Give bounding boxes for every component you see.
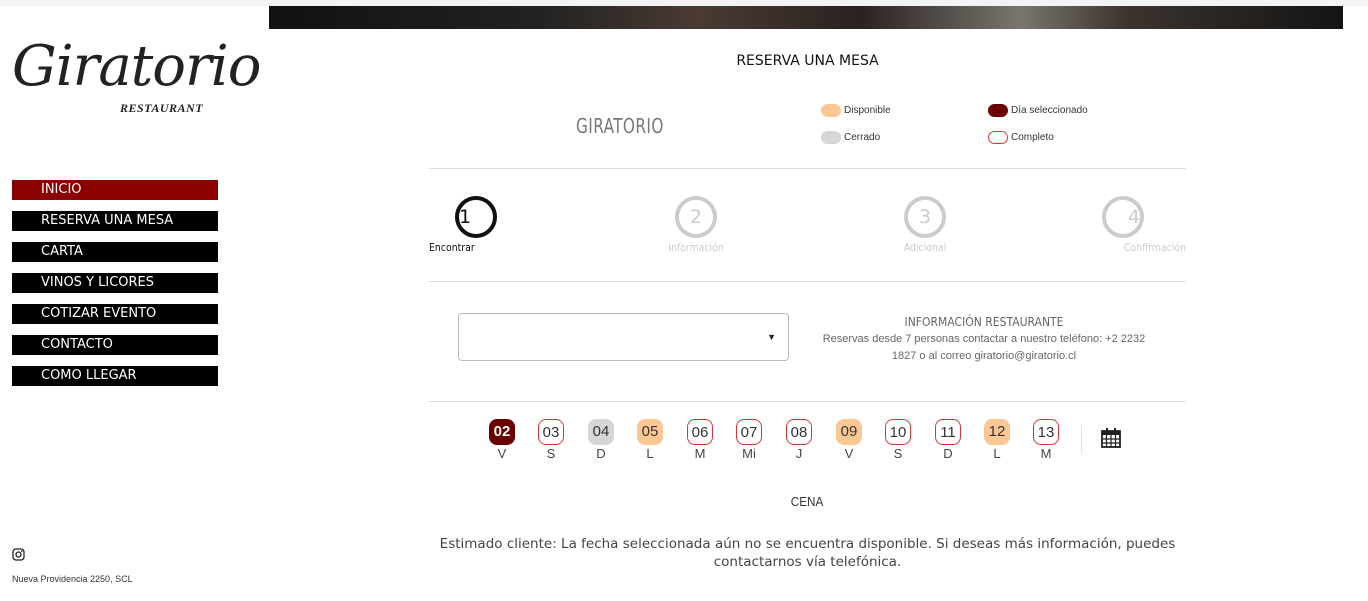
nav-item-cotizar[interactable]: COTIZAR EVENTO [12, 304, 218, 324]
legend-closed-label: Cerrado [844, 132, 881, 143]
date-option[interactable]: 08 J [785, 419, 813, 461]
date-number: 05 [637, 419, 663, 445]
caret-down-icon: ▼ [767, 332, 776, 342]
date-option[interactable]: 13 M [1032, 419, 1060, 461]
step-2-label: Información [668, 241, 724, 254]
legend-full: Completo [988, 131, 1054, 144]
nav-item-reserva[interactable]: RESERVA UNA MESA [12, 211, 218, 231]
legend-closed: Cerrado [821, 131, 880, 144]
weekday-label: J [795, 446, 803, 461]
divider [429, 281, 1186, 282]
full-swatch [988, 131, 1008, 144]
legend-selected: Día seleccionado [988, 104, 1088, 117]
legend-available-label: Disponible [844, 105, 891, 116]
service-link-cena[interactable]: CENA [429, 494, 1186, 509]
page-title: RESERVA UNA MESA [736, 53, 879, 69]
divider [429, 401, 1186, 402]
main-nav: INICIO RESERVA UNA MESA CARTA VINOS Y LI… [12, 180, 218, 397]
nav-item-contacto[interactable]: CONTACTO [12, 335, 218, 355]
logo-script: Giratorio [12, 34, 261, 99]
date-option[interactable]: 07 Mi [735, 419, 763, 461]
step-adicional[interactable]: 3 Adicional [870, 196, 980, 254]
availability-message: Estimado cliente: La fecha seleccionada … [439, 536, 1176, 570]
weekday-label: Mi [742, 446, 756, 461]
selected-swatch [988, 104, 1008, 117]
nav-item-vinos[interactable]: VINOS Y LICORES [12, 273, 218, 293]
legend-available: Disponible [821, 104, 891, 117]
step-confirmacion[interactable]: 4 Confirmación [1076, 196, 1186, 254]
available-swatch [821, 104, 841, 117]
date-number: 07 [736, 419, 762, 445]
legend-full-label: Completo [1011, 132, 1054, 143]
weekday-label: D [596, 446, 606, 461]
date-option[interactable]: 06 M [686, 419, 714, 461]
divider [429, 168, 1186, 169]
weekday-label: S [893, 446, 903, 461]
legend-selected-label: Día seleccionado [1011, 105, 1088, 116]
logo-subtitle: RESTAURANT [120, 101, 204, 115]
step-4-circle: 4 [1102, 196, 1144, 238]
nav-item-como-llegar[interactable]: COMO LLEGAR [12, 366, 218, 386]
date-option[interactable]: 03 S [537, 419, 565, 461]
restaurant-info: INFORMACIÓN RESTAURANTE Reservas desde 7… [819, 314, 1149, 365]
date-number: 06 [687, 419, 713, 445]
instagram-icon[interactable] [12, 548, 25, 561]
party-size-select[interactable]: ▼ [458, 313, 789, 361]
step-3-circle: 3 [904, 196, 946, 238]
date-number: 03 [538, 419, 564, 445]
weekday-label: V [497, 446, 507, 461]
step-1-circle: 1 [455, 196, 497, 238]
restaurant-logo[interactable]: Giratorio RESTAURANT [8, 34, 261, 144]
weekday-label: L [646, 446, 654, 461]
date-number: 08 [786, 419, 812, 445]
service-label: CENA [791, 494, 824, 509]
weekday-label: L [993, 446, 1001, 461]
step-1-label: Encontrar [429, 241, 475, 254]
weekday-label: M [694, 446, 706, 461]
step-informacion[interactable]: 2 Información [641, 196, 751, 254]
date-number: 13 [1033, 419, 1059, 445]
date-option[interactable]: 04 D [587, 419, 615, 461]
weekday-label: V [844, 446, 854, 461]
hero-image [269, 6, 1343, 29]
calendar-icon[interactable] [1100, 427, 1122, 449]
nav-item-inicio[interactable]: INICIO [12, 180, 218, 200]
info-text: Reservas desde 7 personas contactar a nu… [822, 333, 1146, 362]
date-option[interactable]: 12 L [983, 419, 1011, 461]
date-separator [1081, 425, 1082, 453]
step-4-label: Confirmación [1124, 241, 1186, 254]
date-option[interactable]: 02 V [488, 419, 516, 461]
date-number: 10 [885, 419, 911, 445]
date-option[interactable]: 05 L [636, 419, 664, 461]
weekday-label: M [1040, 446, 1052, 461]
date-option[interactable]: 10 S [884, 419, 912, 461]
weekday-label: D [943, 446, 953, 461]
date-picker: 02 V 03 S 04 D 05 L 06 M 07 Mi 08 J 09 V 10 S 11 D… [488, 419, 1188, 469]
info-title: INFORMACIÓN RESTAURANTE [904, 315, 1064, 329]
date-number: 04 [588, 419, 614, 445]
date-number: 09 [836, 419, 862, 445]
step-encontrar[interactable]: 1 Encontrar [429, 196, 539, 254]
step-3-label: Adicional [903, 241, 947, 254]
step-2-circle: 2 [675, 196, 717, 238]
date-number: 12 [984, 419, 1010, 445]
restaurant-name: GIRATORIO [576, 114, 664, 138]
date-option[interactable]: 11 D [934, 419, 962, 461]
date-option[interactable]: 09 V [835, 419, 863, 461]
footer-address: Nueva Providencia 2250, SCL [12, 574, 133, 584]
closed-swatch [821, 131, 841, 144]
weekday-label: S [546, 446, 556, 461]
date-number: 02 [489, 419, 515, 445]
date-number: 11 [935, 419, 961, 445]
nav-item-carta[interactable]: CARTA [12, 242, 218, 262]
